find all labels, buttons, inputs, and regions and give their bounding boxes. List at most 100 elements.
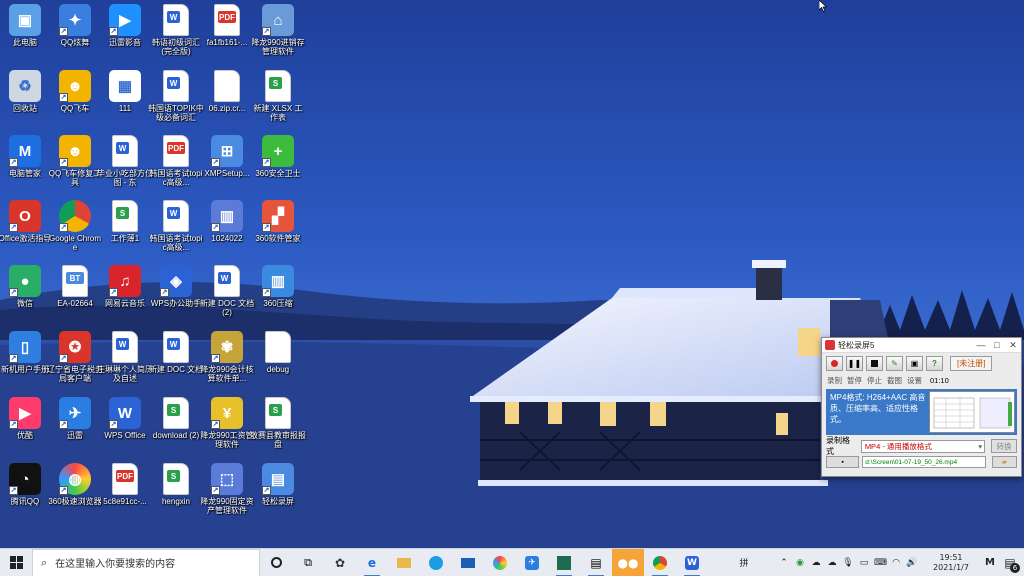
desktop-icon[interactable]: debug [252,331,304,374]
volume-icon[interactable]: 🔊 [906,558,918,568]
desktop-icon[interactable]: O ↗ Office激活指导 [0,200,51,243]
help-button[interactable]: ? [926,356,943,371]
cloud-icon[interactable]: ☁ [810,558,822,568]
desktop-icon[interactable]: ▦ 111 [99,70,151,113]
desktop-icon[interactable]: W 韩国语TOPIK中级必备词汇 [148,70,204,122]
desktop-icon[interactable]: ✈ ↗ 迅雷 [49,397,101,440]
desktop-icon[interactable]: ⬚ ↗ 降龙990固定资产管理软件 [200,463,254,515]
desktop-icon[interactable]: ☻ ↗ QQ飞车 [49,70,101,113]
clock[interactable]: 19:51 2021/1/7 [922,553,980,573]
taskbar-app-mail[interactable] [452,549,484,576]
display-icon[interactable]: ▭ [858,558,870,568]
desktop-icon[interactable]: W 韩国语考试topic高级... [150,200,202,252]
desktop-icon[interactable]: + ↗ 360安全卫士 [252,135,304,178]
desktop-icon[interactable]: ⌂ ↗ 降龙990进销存管理软件 [251,4,305,56]
desktop-icon[interactable]: ✾ ↗ 降龙990会计核算软件单... [200,331,254,383]
save-button[interactable]: ▪ [826,456,860,468]
desktop-icon[interactable]: ▥ ↗ 1024022 [201,200,253,243]
desktop-icon[interactable]: ¥ ↗ 降龙990工资管理软件 [200,397,254,449]
taskbar-app-store[interactable] [548,549,580,576]
recorder-window[interactable]: 轻松录屏5 — □ ✕ ❚❚ ✎ ▣ ? [未注册] 录制 暂停 停止 截图 设… [821,337,1022,477]
desktop-icon[interactable]: W 韩语初级词汇(完全版) [150,4,202,56]
convert-button[interactable]: 转换 [991,439,1017,453]
taskbar-app-photos[interactable]: ✿ [324,549,356,576]
taskbar-app-wechat[interactable]: ●● [612,548,644,576]
output-path-field[interactable]: d:\Screen\01-07-19_50_26.mp4 [862,456,986,468]
stop-button[interactable] [866,356,883,371]
task-view-button[interactable]: ⧉ [292,549,324,576]
desktop-icon[interactable]: W 新建 DOC 文档 [149,331,203,374]
desktop-icon[interactable]: ▯ ↗ 新机用户手册 [0,331,51,374]
desktop-icon[interactable]: ✦ ↗ QQ炫舞 [49,4,101,47]
desktop-icon[interactable]: S 新建 XLSX 工作表 [252,70,304,122]
maximize-icon[interactable]: □ [989,340,1005,351]
shortcut-arrow-icon: ↗ [59,223,68,232]
taskbar-app-wps[interactable]: W [676,549,708,576]
desktop-icon[interactable]: W 新建 DOC 文档 (2) [200,265,254,317]
wifi-icon[interactable]: ◠ [890,558,902,568]
desktop-icon[interactable]: ◍ ↗ 360极速浏览器 [48,463,102,506]
desktop-icon[interactable]: 06.zip.cr... [201,70,253,113]
close-icon[interactable]: ✕ [1005,340,1021,351]
desktop-icon[interactable]: ♻ 回收站 [0,70,51,113]
desktop-icon-label: 工作薄1 [110,234,140,243]
desktop-icon[interactable]: BT EA-02664 [49,265,101,308]
cortana-button[interactable] [260,549,292,576]
desktop-icon[interactable]: ▶ ↗ 迅雷影音 [99,4,151,47]
desktop-icon-label: 降龙990会计核算软件单... [200,365,254,383]
taskbar-app-explorer[interactable] [388,549,420,576]
desktop-icon[interactable]: ⊞ ↗ XMPSetup... [201,135,253,178]
taskbar-app-360browser[interactable] [484,549,516,576]
notification-center-button[interactable]: ▤ 6 [1000,553,1020,573]
desktop-icon[interactable]: ▣ 此电脑 [0,4,51,47]
onedrive-icon[interactable]: ☁ [826,558,838,568]
desktop-icon[interactable]: ▥ ↗ 360压缩 [252,265,304,308]
desktop-icon[interactable]: ♫ ↗ 网易云音乐 [99,265,151,308]
screenshot-button[interactable]: ▣ [906,356,923,371]
desktop-icon[interactable]: M ↗ 电脑管家 [0,135,51,178]
pause-button[interactable]: ❚❚ [846,356,863,371]
taskbar-search[interactable]: ⌕ 在这里输入你要搜索的内容 [32,548,260,576]
taskbar-app-ie[interactable]: e [356,549,388,576]
taskbar-app-thunder[interactable]: ✈ [516,549,548,576]
taskbar-app-recorder[interactable]: ▤ [580,549,612,576]
desktop-icon[interactable]: Sdownload (2) [150,397,202,440]
desktop-icon[interactable]: ▞ ↗ 360软件管家 [252,200,304,243]
desktop-icon[interactable]: ◈ ↗ WPS办公助手 [150,265,202,308]
desktop-icon[interactable]: Shengxin [150,463,202,506]
chevron-up-icon[interactable]: ⌃ [778,558,790,568]
desktop-icon[interactable]: S 敬赛县教审报报盘 [250,397,306,449]
open-folder-button[interactable]: ▰ [991,456,1017,468]
desktop-icon[interactable]: PDF 韩国语考试topic高级... [150,135,202,187]
pc-manager-tray-icon[interactable]: M [984,557,996,568]
format-select[interactable]: MP4 - 通用播放格式 ▾ [860,439,986,453]
start-button[interactable] [0,549,32,576]
desktop-icon[interactable]: W ↗ WPS Office [99,397,151,440]
ime-indicator[interactable]: 拼 [738,556,750,569]
desktop-icon[interactable]: W 毕业小吃部方位图 - 东 [97,135,153,187]
pause-icon: ❚❚ [847,359,862,368]
desktop-icon[interactable]: ▤ ↗ 轻松录屏 [252,463,304,506]
register-status[interactable]: [未注册] [950,356,993,371]
desktop-icon[interactable]: ◔ ↗ 腾讯QQ [0,463,51,506]
desktop-icon[interactable]: ↗ Google Chrome [49,200,101,252]
taskbar-app-edge[interactable] [420,549,452,576]
360-tray-icon[interactable]: ◉ [794,558,806,568]
desktop-icon[interactable]: PDF fa1fb161-... [201,4,253,47]
desktop-icon[interactable]: W 庄琳琳个人简历及自述 [97,331,153,383]
microphone-icon[interactable]: 🎙 [842,558,854,568]
desktop-icon[interactable]: PDF 5c8e91cc-... [99,463,151,506]
desktop-icon[interactable]: S 工作薄1 [99,200,151,243]
pen-button[interactable]: ✎ [886,356,903,371]
app-icon: ⬚ ↗ [211,463,243,495]
recorder-titlebar[interactable]: 轻松录屏5 — □ ✕ [822,338,1021,353]
taskbar-app-chrome[interactable] [644,549,676,576]
desktop-icon[interactable]: ● ↗ 微信 [0,265,51,308]
desktop-icon[interactable]: ▶ ↗ 优酷 [0,397,51,440]
desktop-icon-label: QQ炫舞 [60,38,90,47]
desktop-icon[interactable]: ☻ ↗ QQ飞车修复工具 [49,135,101,187]
desktop-icon[interactable]: ✪ ↗ 辽宁省电子税务局客户端 [47,331,103,383]
keyboard-icon[interactable]: ⌨ [874,558,887,568]
minimize-icon[interactable]: — [973,340,989,351]
record-button[interactable] [826,356,843,371]
